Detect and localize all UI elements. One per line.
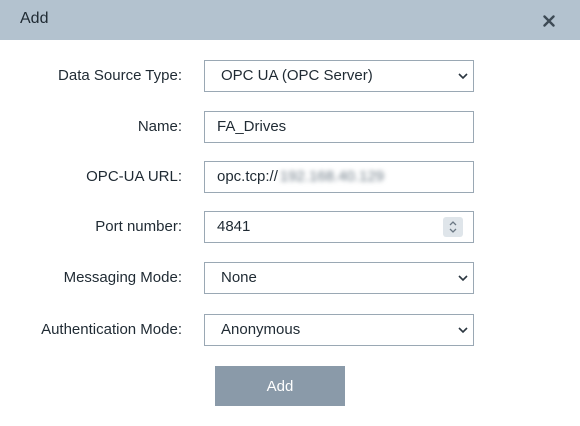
port-number-value: 4841 xyxy=(217,218,251,235)
row-authentication-mode: Authentication Mode: Anonymous xyxy=(0,314,580,346)
opcua-url-input[interactable]: opc.tcp://192.168.40.129 xyxy=(204,161,474,193)
opcua-url-value: opc.tcp://192.168.40.129 xyxy=(217,168,384,185)
messaging-mode-select[interactable]: None xyxy=(204,262,474,294)
name-input[interactable]: FA_Drives xyxy=(204,111,474,143)
authentication-mode-value: Anonymous xyxy=(221,321,301,338)
row-data-source-type: Data Source Type: OPC UA (OPC Server) xyxy=(0,60,580,92)
dialog-titlebar: Add xyxy=(0,0,580,40)
messaging-mode-value: None xyxy=(221,269,257,286)
name-label: Name: xyxy=(137,118,182,135)
port-stepper[interactable] xyxy=(443,217,463,237)
data-source-type-label: Data Source Type: xyxy=(58,67,182,84)
chevron-down-icon xyxy=(458,326,468,334)
data-source-type-value: OPC UA (OPC Server) xyxy=(221,67,373,84)
authentication-mode-select[interactable]: Anonymous xyxy=(204,314,474,346)
chevron-down-icon xyxy=(458,274,468,282)
opcua-url-obscured-address: 192.168.40.129 xyxy=(279,168,385,185)
opcua-url-prefix: opc.tcp:// xyxy=(217,168,278,185)
port-number-label: Port number: xyxy=(95,218,182,235)
opcua-url-label: OPC-UA URL: xyxy=(86,168,182,185)
row-name: Name: FA_Drives xyxy=(0,111,580,143)
dialog-title: Add xyxy=(20,10,49,27)
row-messaging-mode: Messaging Mode: None xyxy=(0,262,580,294)
add-button[interactable]: Add xyxy=(215,366,345,406)
port-number-input[interactable]: 4841 xyxy=(204,211,474,243)
authentication-mode-label: Authentication Mode: xyxy=(41,321,182,338)
messaging-mode-label: Messaging Mode: xyxy=(63,269,182,286)
close-icon[interactable] xyxy=(540,12,558,30)
chevron-down-icon xyxy=(458,72,468,80)
name-value: FA_Drives xyxy=(217,118,287,135)
row-opcua-url: OPC-UA URL: opc.tcp://192.168.40.129 xyxy=(0,161,580,193)
add-dialog: Add Data Source Type: OPC UA (OPC Server… xyxy=(0,0,580,426)
row-port-number: Port number: 4841 xyxy=(0,211,580,243)
data-source-type-select[interactable]: OPC UA (OPC Server) xyxy=(204,60,474,92)
